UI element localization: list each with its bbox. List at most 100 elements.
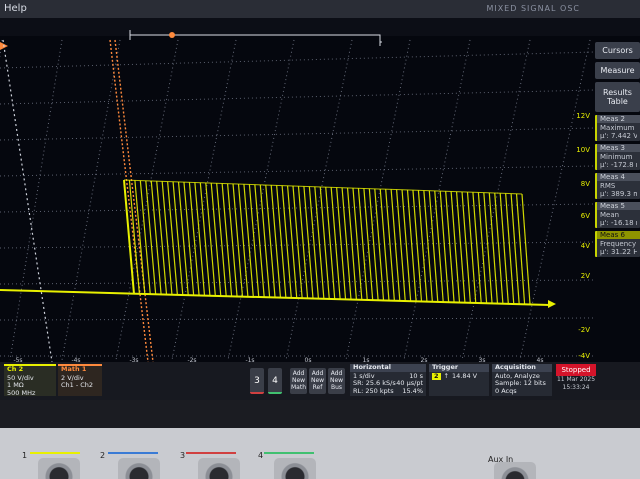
ch2-baseline: [0, 289, 556, 308]
meas2-badge[interactable]: Meas 2 Maximum μ': 7.442 V: [595, 115, 640, 141]
overview-bracket: [129, 30, 382, 46]
ch2-color-stripe: [108, 452, 158, 454]
grid-vline: [285, 39, 353, 361]
trigger-source-indicator: 2: [432, 371, 441, 380]
horizontal-badge[interactable]: Horizontal 1 s/div 10 s SR: 25.6 kS/s 40…: [350, 363, 426, 396]
aux-in-bnc-connector: [494, 462, 536, 479]
trigger-edge-icon: ↑: [443, 371, 449, 380]
ch1-label: 1: [22, 451, 28, 460]
ch2-pulse: [341, 187, 352, 300]
meas6-value: μ': 31.22 Hz: [600, 248, 637, 256]
ch2-pulse: [325, 187, 336, 300]
meas5-title: Meas 5: [597, 202, 640, 210]
ch1-color-stripe: [30, 452, 80, 454]
ch2-pulse: [292, 185, 303, 299]
ch2-pulse: [205, 182, 216, 297]
ch2-pulse: [221, 183, 233, 297]
waveform-plot[interactable]: 12V10V8V6V4V2V-2V-4V -6s-5s-4s-3s-2s-1s0…: [0, 0, 640, 400]
date: 11 Mar 2025: [556, 376, 596, 383]
grid-vline: [345, 39, 411, 361]
grid-vline: [0, 39, 3, 60]
y-tick-label: 10V: [576, 146, 590, 154]
ch2-pulse: [150, 180, 162, 295]
ch2-pulse: [270, 185, 282, 298]
ch2-pulse: [308, 186, 320, 299]
ch3-button[interactable]: 3: [250, 368, 264, 394]
acquisition-badge[interactable]: Acquisition Auto, Analyze Sample: 12 bit…: [492, 363, 552, 396]
ch2-pulse: [379, 188, 390, 301]
add-new-math-button[interactable]: Add New Math: [290, 368, 307, 394]
add-new-bus-button[interactable]: Add New Bus: [328, 368, 345, 394]
meas3-title: Meas 3: [597, 144, 640, 152]
cursors-button[interactable]: Cursors: [595, 42, 640, 59]
measure-button[interactable]: Measure: [595, 62, 640, 79]
meas5-badge[interactable]: Meas 5 Mean μ': -16.18 mV: [595, 202, 640, 228]
grid-vline: [171, 39, 237, 361]
ch2-pulse: [128, 180, 141, 295]
acquisition-count: 0 Acqs: [495, 386, 517, 395]
run-status[interactable]: Stopped 11 Mar 2025 15:33:24: [556, 364, 596, 396]
grid-hline: [0, 279, 596, 285]
ch2-pulse: [226, 183, 238, 297]
ch2-pulse: [243, 184, 254, 298]
ch1-bnc-connector: [38, 458, 80, 479]
ch2-pulse: [139, 180, 151, 295]
ch2-pulse: [194, 182, 206, 296]
meas6-type: Frequency: [600, 240, 637, 248]
stopped-button[interactable]: Stopped: [556, 364, 596, 376]
ch2-pulse: [161, 181, 173, 296]
meas2-title: Meas 2: [597, 115, 640, 123]
ch4-button[interactable]: 4: [268, 368, 282, 394]
ch2-bandwidth: 500 MHz: [7, 388, 36, 397]
ch2-pulse: [134, 180, 146, 295]
screen-frame: [0, 400, 640, 428]
grid-hline: [0, 165, 596, 177]
ch3-bnc-connector: [198, 458, 240, 479]
trigger-position-markers[interactable]: [0, 39, 154, 363]
results-table-button[interactable]: Results Table: [595, 82, 640, 112]
meas3-type: Minimum: [600, 153, 633, 161]
ch2-burst-top-envelope: [123, 179, 523, 195]
ch2-badge[interactable]: Ch 2 50 V/div 1 MΩ 500 MHz: [4, 364, 56, 396]
ch2-label: 2: [100, 451, 106, 460]
ch2-burst-leading-edge: [123, 179, 135, 295]
grid-hline: [0, 127, 596, 141]
ch2-pulse: [237, 183, 249, 297]
overview-trigger-marker: [169, 32, 175, 38]
y-tick-label: 12V: [576, 112, 590, 120]
meas6-title: Meas 6: [597, 231, 640, 239]
overview-bracket-line: [129, 30, 382, 46]
y-tick-label: 4V: [581, 242, 590, 250]
ch2-pulse: [281, 185, 292, 299]
grid-hline: [0, 89, 596, 105]
meas2-type: Maximum: [600, 124, 635, 132]
y-tick-label: 8V: [581, 180, 590, 188]
trigger-title: Trigger: [429, 363, 489, 372]
ch2-waveform: [123, 179, 531, 305]
ch2-pulse: [357, 188, 368, 300]
ch2-pulse: [210, 183, 222, 297]
reference-line: [2, 39, 53, 363]
ch2-pulse: [390, 189, 401, 301]
ch2-pulse: [232, 183, 244, 297]
meas3-value: μ': -172.8 mV: [600, 161, 637, 169]
ch2-bnc-connector: [118, 458, 160, 479]
settings-bar: Ch 2 50 V/div 1 MΩ 500 MHz Math 1 2 V/di…: [0, 362, 640, 400]
ch2-pulse: [183, 182, 195, 296]
meas3-badge[interactable]: Meas 3 Minimum μ': -172.8 mV: [595, 144, 640, 170]
math1-badge[interactable]: Math 1 2 V/div Ch1 - Ch2: [58, 364, 102, 396]
horizontal-position: 15.4%: [402, 386, 423, 395]
ch2-pulse: [254, 184, 265, 298]
meas4-badge[interactable]: Meas 4 RMS μ': 389.3 mV: [595, 173, 640, 199]
ch2-pulse: [259, 184, 271, 298]
ch2-pulse: [177, 181, 189, 296]
meas2-value: μ': 7.442 V: [600, 132, 637, 140]
trigger-badge[interactable]: Trigger 2 ↑ 14.84 V: [429, 363, 489, 396]
add-new-ref-button[interactable]: Add New Ref: [309, 368, 326, 394]
ch2-pulse: [363, 188, 374, 301]
meas6-badge[interactable]: Meas 6 Frequency μ': 31.22 Hz: [595, 231, 640, 257]
meas5-type: Mean: [600, 211, 620, 219]
ch4-bnc-connector: [274, 458, 316, 479]
y-axis-labels: 12V 10V 8V 6V 4V 2V -2V -4V: [576, 112, 590, 360]
right-panel: Cursors Measure Results Table Meas 2 Max…: [595, 42, 640, 352]
